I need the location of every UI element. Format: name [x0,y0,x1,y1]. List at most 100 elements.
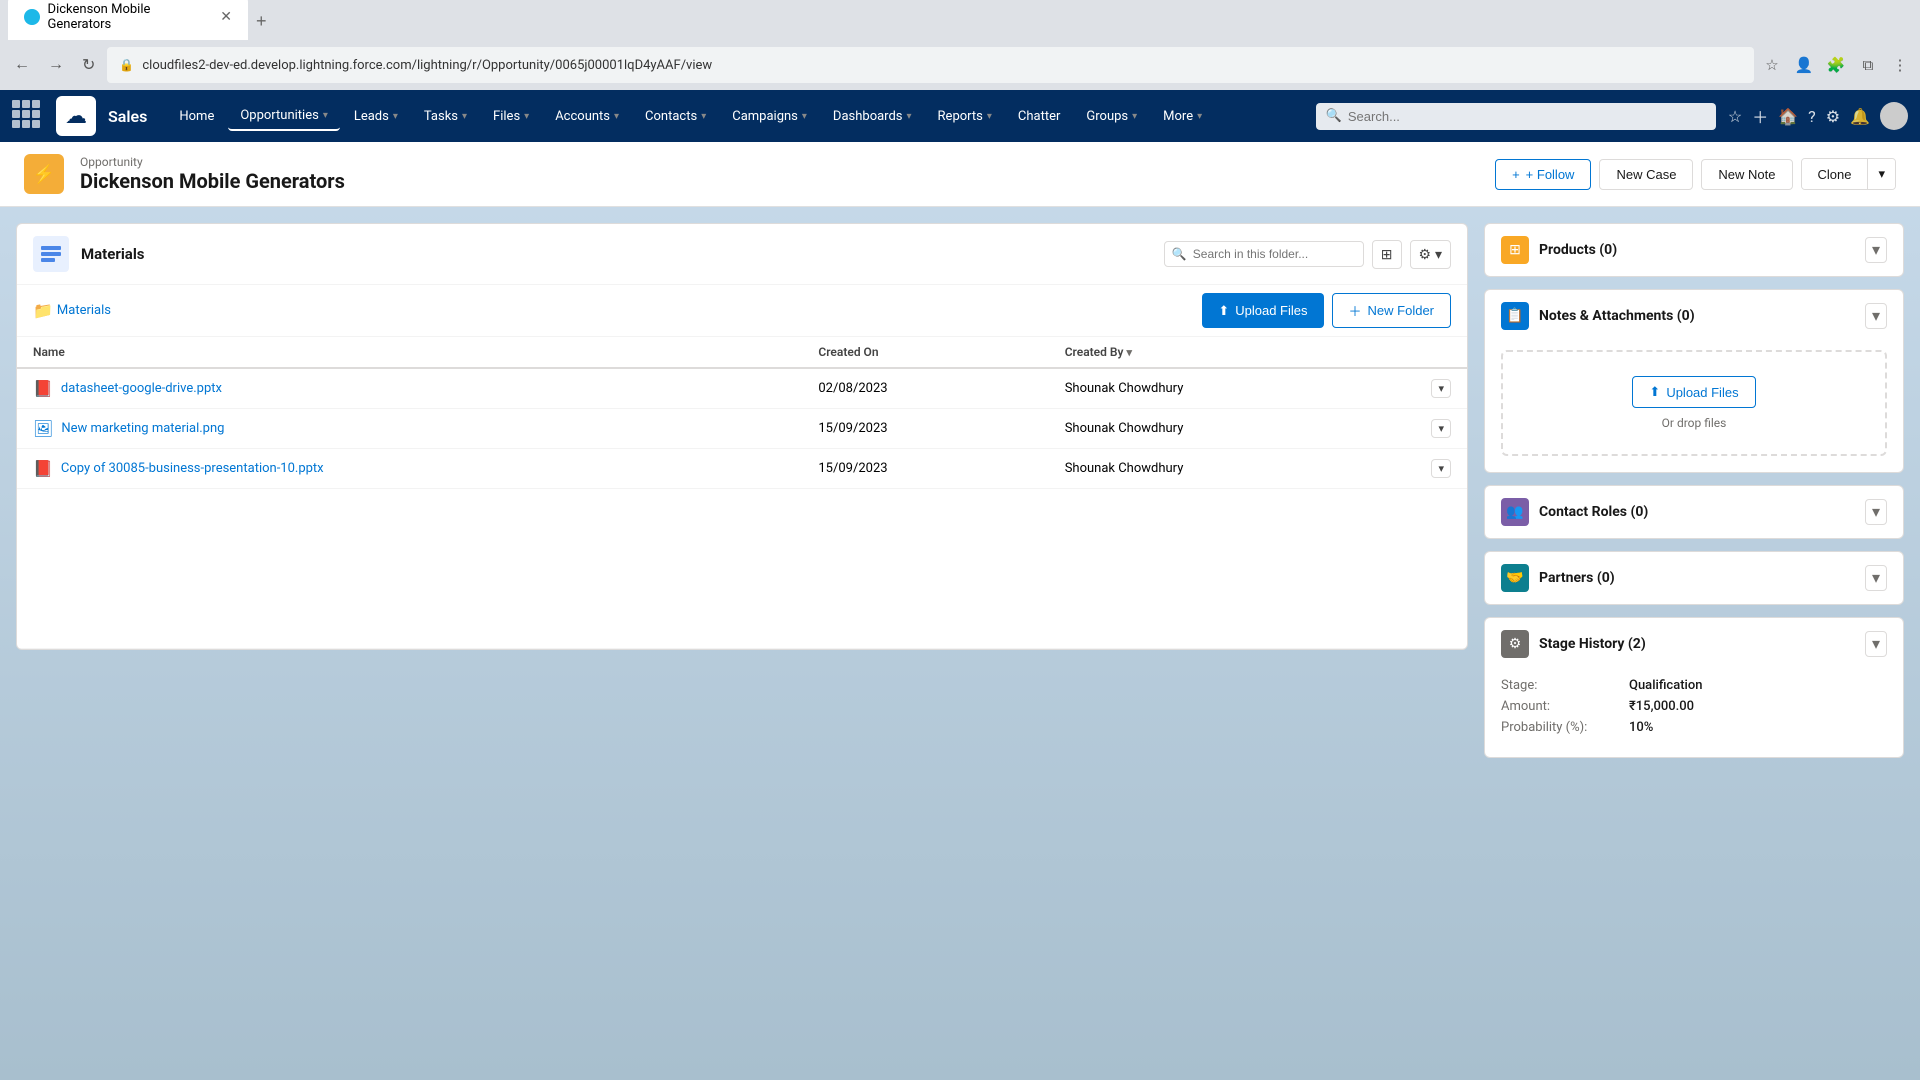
file-icon-2: 📕 [33,459,53,478]
contact-roles-panel: 👥 Contact Roles (0) ▾ [1484,485,1904,539]
notes-upload-button[interactable]: ⬆ Upload Files [1632,376,1755,408]
products-icon: ⊞ [1501,236,1529,264]
file-link-2[interactable]: 📕 Copy of 30085-business-presentation-10… [33,459,786,478]
notes-header: 📋 Notes & Attachments (0) ▾ [1485,290,1903,342]
record-title: Dickenson Mobile Generators [80,169,345,193]
file-created-on-1: 15/09/2023 [802,409,1048,449]
file-action-cell-2: ▾ [1415,449,1467,489]
nav-tasks[interactable]: Tasks ▾ [412,103,479,130]
gear-icon[interactable]: ⚙ [1826,107,1840,126]
tab-close-button[interactable]: ✕ [220,9,232,25]
products-toggle[interactable]: ▾ [1865,237,1887,263]
nav-home[interactable]: Home [167,103,226,130]
stage-history-toggle[interactable]: ▾ [1865,631,1887,657]
materials-header: Materials 🔍 ⊞ ⚙ ▾ [17,224,1467,285]
new-tab-button[interactable]: + [248,3,275,40]
file-created-on-0: 02/08/2023 [802,368,1048,409]
nav-contacts[interactable]: Contacts ▾ [633,103,718,130]
global-search-icon: 🔍 [1326,109,1342,124]
menu-icon[interactable]: ⋮ [1888,53,1912,77]
contact-roles-icon: 👥 [1501,498,1529,526]
salesforce-logo[interactable]: ☁ [56,96,96,136]
partners-panel: 🤝 Partners (0) ▾ [1484,551,1904,605]
products-header: ⊞ Products (0) ▾ [1485,224,1903,276]
file-created-by-1: Shounak Chowdhury [1049,409,1416,449]
partners-icon: 🤝 [1501,564,1529,592]
favorites-icon[interactable]: ☆ [1728,107,1742,126]
file-row-action-0[interactable]: ▾ [1431,379,1451,398]
back-button[interactable]: ← [8,52,36,78]
file-link-0[interactable]: 📕 datasheet-google-drive.pptx [33,379,786,398]
contact-roles-header: 👥 Contact Roles (0) ▾ [1485,486,1903,538]
nav-campaigns[interactable]: Campaigns ▾ [720,103,819,130]
sidebar-icon[interactable]: ⧉ [1856,53,1880,77]
nav-more[interactable]: More ▾ [1151,103,1214,130]
stage-details: Stage: Qualification Amount: ₹15,000.00 … [1485,670,1903,757]
settings-button[interactable]: ⚙ ▾ [1410,240,1451,269]
nav-leads[interactable]: Leads ▾ [342,103,410,130]
notes-title: Notes & Attachments (0) [1539,308,1695,324]
col-created-on: Created On [802,337,1048,368]
reload-button[interactable]: ↻ [76,51,101,79]
new-folder-button[interactable]: ＋ New Folder [1332,293,1451,328]
bell-icon[interactable]: 🔔 [1850,107,1870,126]
new-icon[interactable]: ＋ [1752,104,1768,128]
file-link-1[interactable]: 🖼 New marketing material.png [33,419,786,438]
view-toggle-button[interactable]: ⊞ [1372,240,1402,269]
upload-files-button[interactable]: ⬆ Upload Files [1202,293,1323,328]
contact-roles-title: Contact Roles (0) [1539,504,1648,520]
nav-files[interactable]: Files ▾ [481,103,541,130]
right-panel: ⊞ Products (0) ▾ 📋 Notes & Attachments (… [1484,223,1904,1064]
profile-icon[interactable]: 👤 [1792,53,1816,77]
new-case-button[interactable]: New Case [1599,159,1693,190]
nav-reports[interactable]: Reports ▾ [926,103,1004,130]
global-search: 🔍 [1316,103,1716,130]
nav-chatter[interactable]: Chatter [1006,103,1073,130]
amount-label: Amount: [1501,699,1621,714]
extension-icon[interactable]: 🧩 [1824,53,1848,77]
browser-tab[interactable]: Dickenson Mobile Generators ✕ [8,0,248,40]
bookmark-icon[interactable]: ☆ [1760,53,1784,77]
app-switcher-icon[interactable] [12,100,44,132]
clone-button[interactable]: Clone [1802,159,1868,189]
forward-button[interactable]: → [42,52,70,78]
top-navigation: ☁ Sales Home Opportunities ▾ Leads ▾ Tas… [0,90,1920,142]
record-type-label: Opportunity [80,155,345,169]
address-bar[interactable]: 🔒 cloudfiles2-dev-ed.develop.lightning.f… [107,47,1754,83]
file-name-2: Copy of 30085-business-presentation-10.p… [61,461,324,476]
tab-title: Dickenson Mobile Generators [48,2,213,32]
new-note-button[interactable]: New Note [1701,159,1792,190]
products-panel: ⊞ Products (0) ▾ [1484,223,1904,277]
new-folder-label: New Folder [1368,303,1434,318]
global-search-input[interactable] [1316,103,1716,130]
folder-breadcrumb[interactable]: 📁 Materials [33,301,111,320]
probability-label: Probability (%): [1501,720,1621,735]
follow-button[interactable]: + + Follow [1495,159,1591,190]
nav-groups[interactable]: Groups ▾ [1074,103,1149,130]
nav-opportunities[interactable]: Opportunities ▾ [228,102,340,131]
partners-toggle[interactable]: ▾ [1865,565,1887,591]
sort-icon[interactable]: ▾ [1126,346,1132,359]
main-content: Materials 🔍 ⊞ ⚙ ▾ 📁 Materials [0,207,1920,1080]
materials-card: Materials 🔍 ⊞ ⚙ ▾ 📁 Materials [16,223,1468,650]
stage-label: Stage: [1501,678,1621,693]
folder-search-wrapper: 🔍 [1164,241,1364,267]
record-actions-dropdown[interactable]: ▾ [1867,159,1895,189]
new-folder-icon: ＋ [1349,301,1362,320]
notes-toggle[interactable]: ▾ [1865,303,1887,329]
setup-icon[interactable]: 🏠 [1778,107,1798,126]
contact-roles-toggle[interactable]: ▾ [1865,499,1887,525]
user-avatar[interactable] [1880,102,1908,130]
file-name-cell: 📕 Copy of 30085-business-presentation-10… [17,449,802,489]
folder-search-input[interactable] [1164,241,1364,267]
materials-title: Materials [81,245,145,263]
nav-accounts[interactable]: Accounts ▾ [543,103,631,130]
file-row-action-1[interactable]: ▾ [1431,419,1451,438]
nav-dashboards[interactable]: Dashboards ▾ [821,103,924,130]
col-created-by: Created By ▾ [1049,337,1416,368]
file-action-cell-1: ▾ [1415,409,1467,449]
help-icon[interactable]: ? [1808,107,1816,126]
partners-title: Partners (0) [1539,570,1615,586]
follow-plus-icon: + [1512,167,1520,182]
file-row-action-2[interactable]: ▾ [1431,459,1451,478]
